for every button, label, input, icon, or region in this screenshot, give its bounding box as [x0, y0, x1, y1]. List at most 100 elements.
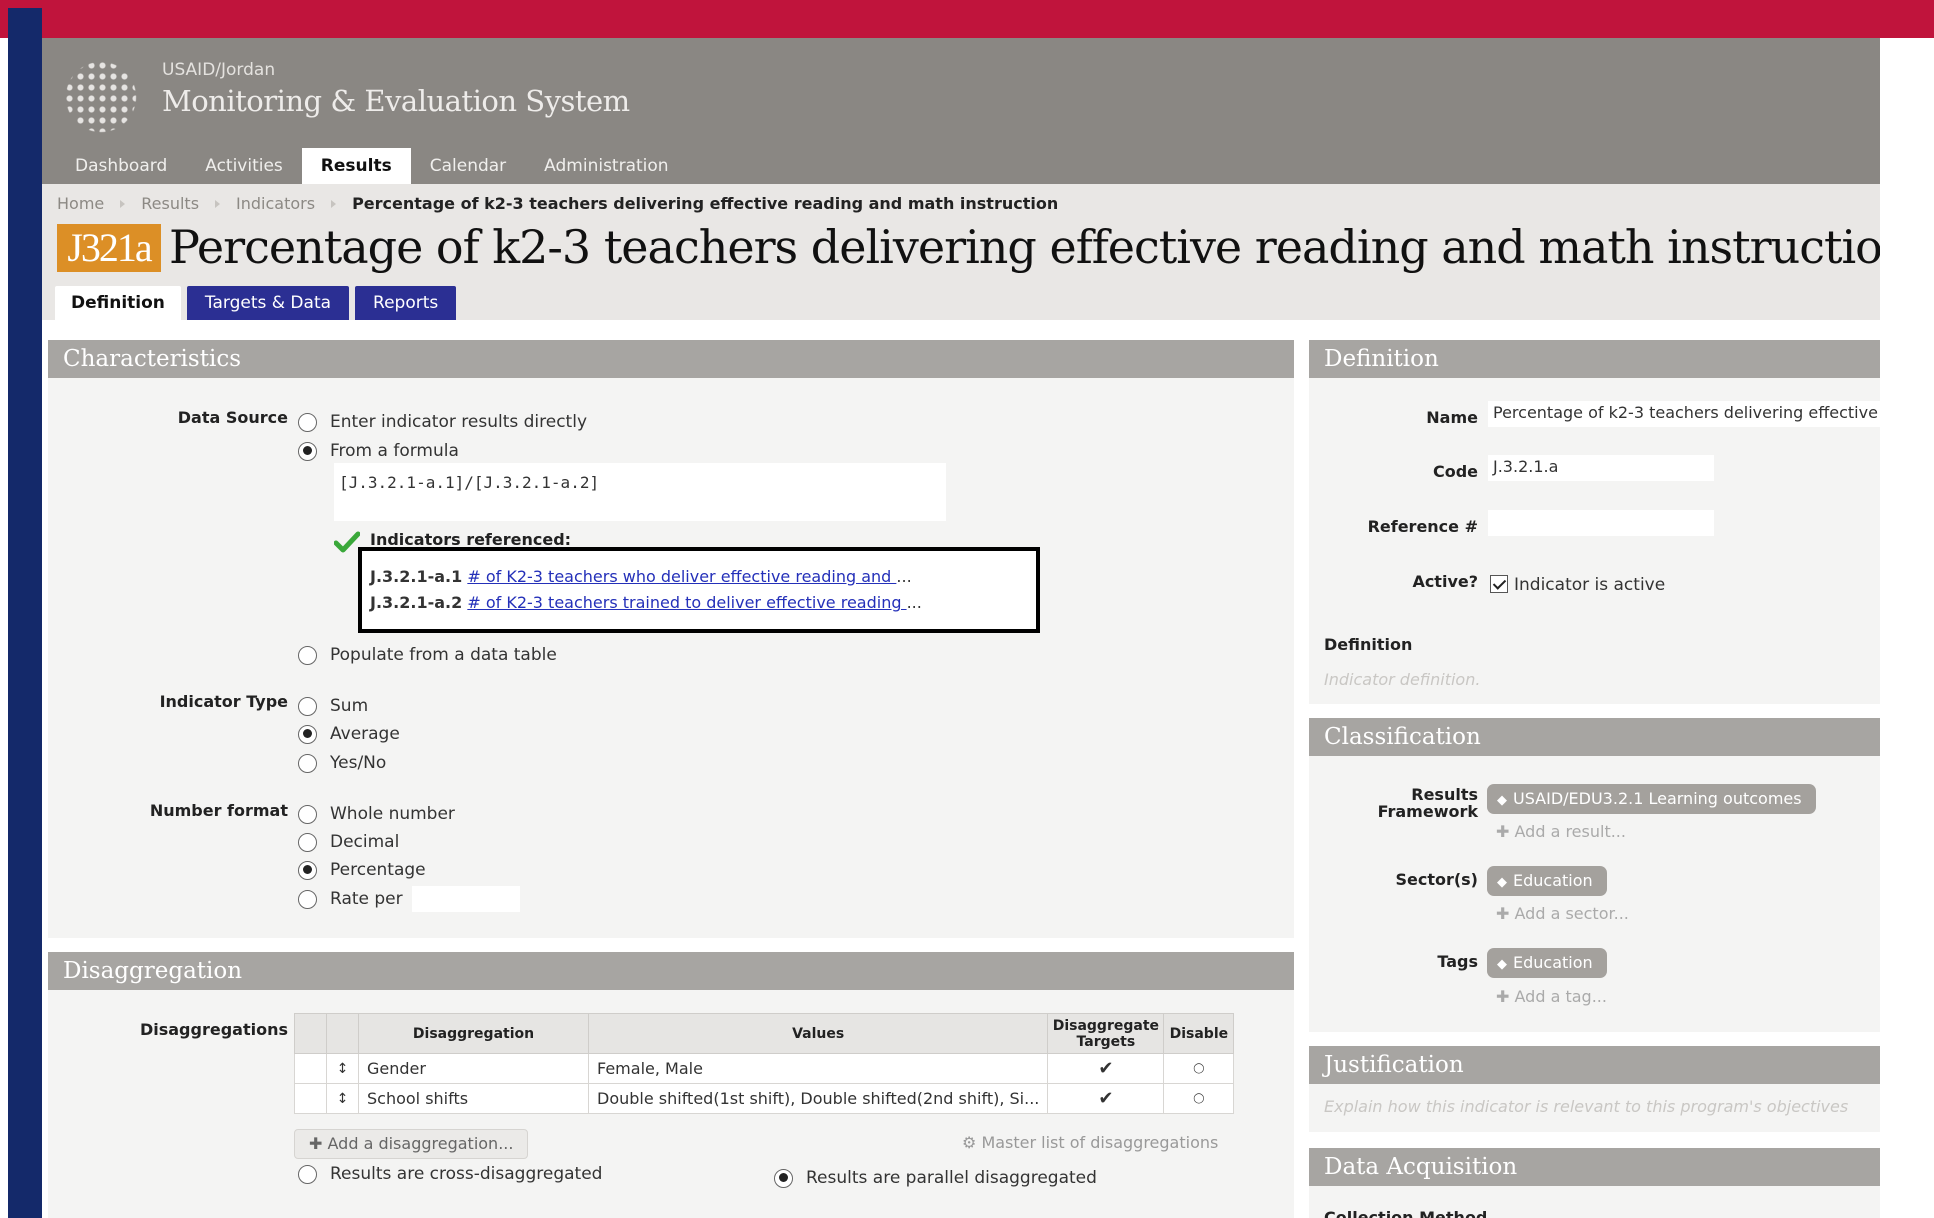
column-header-disable: Disable	[1163, 1013, 1235, 1054]
add-disaggregation-button[interactable]: ✚ Add a disaggregation...	[294, 1129, 529, 1159]
active-checkbox-row[interactable]: Indicator is active	[1490, 575, 1665, 595]
page-title: Percentage of k2-3 teachers delivering e…	[169, 220, 1911, 274]
add-tag-link[interactable]: ✚ Add a tag...	[1496, 987, 1607, 1006]
radio-button[interactable]	[298, 412, 317, 432]
disaggregation-values: Double shifted(1st shift), Double shifte…	[587, 1083, 1049, 1114]
disaggregations-table: Disaggregation Values Disaggregate Targe…	[294, 1013, 1235, 1114]
number-format-rate-option[interactable]: Rate per	[298, 887, 403, 911]
column-header-targets: Disaggregate Targets	[1047, 1013, 1165, 1054]
referenced-indicator-link[interactable]: # of K2-3 teachers who deliver effective…	[467, 567, 896, 586]
number-format-percentage-option[interactable]: Percentage	[298, 858, 426, 882]
targets-checkmark-icon[interactable]: ✔	[1047, 1083, 1165, 1114]
plus-icon: ✚	[1496, 904, 1515, 923]
breadcrumb-separator-icon	[215, 199, 221, 208]
breadcrumb-separator-icon	[120, 199, 126, 208]
data-source-table-option[interactable]: Populate from a data table	[298, 643, 557, 667]
rate-per-input[interactable]	[412, 886, 520, 912]
number-format-label: Number format	[149, 801, 288, 820]
breadcrumb-indicators[interactable]: Indicators	[236, 194, 315, 213]
radio-button[interactable]	[298, 645, 317, 665]
tab-definition[interactable]: Definition	[55, 286, 181, 320]
nav-dashboard[interactable]: Dashboard	[56, 148, 186, 184]
indicator-code-badge: J321a	[57, 224, 161, 272]
disaggregation-name[interactable]: Gender	[358, 1053, 589, 1084]
add-result-link[interactable]: ✚ Add a result...	[1496, 822, 1626, 841]
results-framework-tag[interactable]: ◆ USAID/EDU3.2.1 Learning outcomes	[1487, 784, 1816, 814]
characteristics-panel	[48, 378, 1294, 938]
results-framework-label: Results Framework	[1377, 785, 1478, 821]
radio-button-selected[interactable]	[298, 860, 317, 880]
sector-tag[interactable]: ◆ Education	[1487, 866, 1607, 896]
active-checkbox[interactable]	[1490, 575, 1508, 593]
nav-activities[interactable]: Activities	[186, 148, 302, 184]
indicator-type-sum-option[interactable]: Sum	[298, 694, 368, 718]
referenced-indicator-1: J.3.2.1-a.1 # of K2-3 teachers who deliv…	[370, 567, 912, 586]
tab-reports[interactable]: Reports	[355, 286, 457, 320]
top-accent-bar	[0, 0, 1934, 38]
indicator-type-yesno-option[interactable]: Yes/No	[298, 751, 386, 775]
usaid-globe-logo-icon	[64, 60, 138, 134]
radio-button-selected[interactable]	[298, 441, 317, 461]
add-sector-link[interactable]: ✚ Add a sector...	[1496, 904, 1629, 923]
radio-button[interactable]	[298, 832, 317, 852]
table-row: ↕ Gender Female, Male ✔ ◯	[294, 1053, 1235, 1084]
data-source-direct-option[interactable]: Enter indicator results directly	[298, 410, 587, 434]
tags-label: Tags	[1437, 952, 1478, 971]
master-list-link[interactable]: ⚙ Master list of disaggregations	[962, 1133, 1218, 1152]
breadcrumb-current: Percentage of k2-3 teachers delivering e…	[352, 194, 1059, 213]
drag-handle-icon[interactable]: ↕	[326, 1053, 359, 1084]
number-format-whole-option[interactable]: Whole number	[298, 802, 455, 826]
definition-textarea[interactable]: Indicator definition.	[1324, 670, 1480, 689]
cross-disaggregated-option[interactable]: Results are cross-disaggregated	[298, 1162, 602, 1186]
justification-heading: Justification	[1309, 1046, 1880, 1084]
justification-textarea[interactable]: Explain how this indicator is relevant t…	[1324, 1097, 1880, 1116]
indicator-tabs: Definition Targets & Data Reports	[55, 286, 462, 320]
data-acquisition-heading: Data Acquisition	[1309, 1148, 1880, 1186]
radio-button[interactable]	[298, 753, 317, 773]
targets-checkmark-icon[interactable]: ✔	[1047, 1053, 1165, 1084]
tag-icon: ◆	[1497, 957, 1507, 972]
tag-icon: ◆	[1497, 875, 1507, 890]
referenced-indicator-link[interactable]: # of K2-3 teachers trained to deliver ef…	[467, 593, 906, 612]
data-source-formula-option[interactable]: From a formula	[298, 439, 459, 463]
nav-calendar[interactable]: Calendar	[411, 148, 525, 184]
disable-toggle-icon[interactable]: ◯	[1163, 1083, 1235, 1114]
radio-button[interactable]	[298, 804, 317, 824]
nav-results[interactable]: Results	[301, 148, 411, 184]
drag-handle-icon[interactable]: ↕	[326, 1083, 359, 1114]
radio-button-selected[interactable]	[774, 1168, 793, 1188]
gear-icon: ⚙	[962, 1133, 982, 1152]
disaggregation-name[interactable]: School shifts	[358, 1083, 589, 1114]
parallel-disaggregated-option[interactable]: Results are parallel disaggregated	[774, 1166, 1097, 1190]
left-accent-bar	[8, 8, 42, 1218]
plus-icon: ✚	[1496, 822, 1515, 841]
column-header-disaggregation: Disaggregation	[358, 1013, 589, 1054]
formula-field[interactable]: [J.3.2.1-a.1]/[J.3.2.1-a.2]	[334, 463, 946, 521]
collection-method-label: Collection Method	[1324, 1208, 1488, 1218]
characteristics-heading: Characteristics	[48, 340, 1294, 378]
table-row: ↕ School shifts Double shifted(1st shift…	[294, 1083, 1235, 1114]
disaggregation-values: Female, Male	[587, 1053, 1049, 1084]
app-header: USAID/Jordan Monitoring & Evaluation Sys…	[42, 38, 1880, 184]
number-format-decimal-option[interactable]: Decimal	[298, 830, 399, 854]
radio-button[interactable]	[298, 889, 317, 909]
nav-administration[interactable]: Administration	[525, 148, 687, 184]
radio-button[interactable]	[298, 696, 317, 716]
code-field[interactable]: J.3.2.1.a	[1488, 455, 1714, 481]
breadcrumb-home[interactable]: Home	[57, 194, 104, 213]
tab-targets-data[interactable]: Targets & Data	[186, 286, 350, 320]
radio-button[interactable]	[298, 1164, 317, 1184]
indicator-type-average-option[interactable]: Average	[298, 722, 400, 746]
page-header: Home Results Indicators Percentage of k2…	[42, 184, 1911, 320]
reference-field[interactable]	[1488, 510, 1714, 536]
tag-icon: ◆	[1497, 793, 1507, 808]
reference-label: Reference #	[1367, 517, 1478, 536]
disable-toggle-icon[interactable]: ◯	[1163, 1053, 1235, 1084]
referenced-indicators-box	[358, 547, 1040, 633]
name-field[interactable]: Percentage of k2-3 teachers delivering e…	[1488, 401, 1880, 427]
radio-button-selected[interactable]	[298, 724, 317, 744]
system-title: Monitoring & Evaluation System	[162, 84, 630, 118]
tag-pill[interactable]: ◆ Education	[1487, 948, 1607, 978]
name-label: Name	[1426, 408, 1478, 427]
breadcrumb-results[interactable]: Results	[141, 194, 199, 213]
